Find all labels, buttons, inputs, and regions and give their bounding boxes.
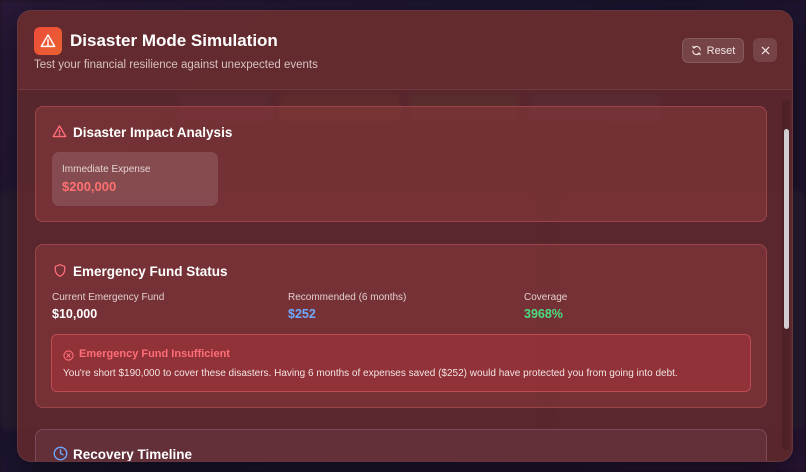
stat-value: $10,000 — [52, 307, 98, 321]
modal-title: Disaster Mode Simulation — [70, 31, 278, 50]
immediate-expense-box: Immediate Expense $200,000 — [52, 152, 218, 206]
warning-triangle-icon — [34, 27, 62, 55]
modal-subtitle: Test your financial resilience against u… — [34, 59, 318, 71]
emergency-fund-card: Emergency Fund Status Current Emergency … — [35, 244, 767, 408]
stat-value: 3968% — [524, 307, 563, 321]
recommended-stat: Recommended (6 months) $252 — [288, 292, 406, 321]
alert-message: You're short $190,000 to cover these dis… — [63, 368, 678, 379]
impact-title: Disaster Impact Analysis — [73, 125, 233, 140]
shield-icon — [53, 263, 67, 283]
clock-icon — [53, 446, 68, 461]
close-icon — [760, 45, 771, 56]
stat-value: $252 — [288, 307, 316, 321]
x-circle-icon — [63, 348, 74, 366]
stat-label: Coverage — [524, 292, 568, 303]
scrollbar-thumb[interactable] — [784, 129, 789, 329]
impact-card: Disaster Impact Analysis Immediate Expen… — [35, 106, 767, 222]
modal-header: Disaster Mode Simulation Test your finan… — [18, 11, 792, 90]
expense-value: $200,000 — [62, 179, 117, 194]
disaster-mode-modal: Disaster Mode Simulation Test your finan… — [17, 10, 793, 462]
reset-button[interactable]: Reset — [682, 38, 744, 63]
warning-triangle-icon — [52, 124, 67, 144]
close-button[interactable] — [753, 38, 777, 62]
fund-title: Emergency Fund Status — [73, 264, 228, 279]
insufficient-fund-alert: Emergency Fund Insufficient You're short… — [51, 334, 751, 392]
alert-title: Emergency Fund Insufficient — [79, 348, 230, 360]
refresh-icon — [691, 45, 702, 56]
current-fund-stat: Current Emergency Fund $10,000 — [52, 292, 164, 321]
expense-label: Immediate Expense — [62, 164, 151, 175]
stat-label: Recommended (6 months) — [288, 292, 407, 303]
coverage-stat: Coverage 3968% — [524, 292, 567, 321]
modal-body: Disaster Impact Analysis Immediate Expen… — [18, 91, 792, 462]
reset-button-label: Reset — [706, 44, 736, 57]
timeline-title: Recovery Timeline — [73, 447, 193, 462]
recovery-timeline-card: Recovery Timeline — [35, 429, 767, 462]
stat-label: Current Emergency Fund — [52, 292, 165, 303]
